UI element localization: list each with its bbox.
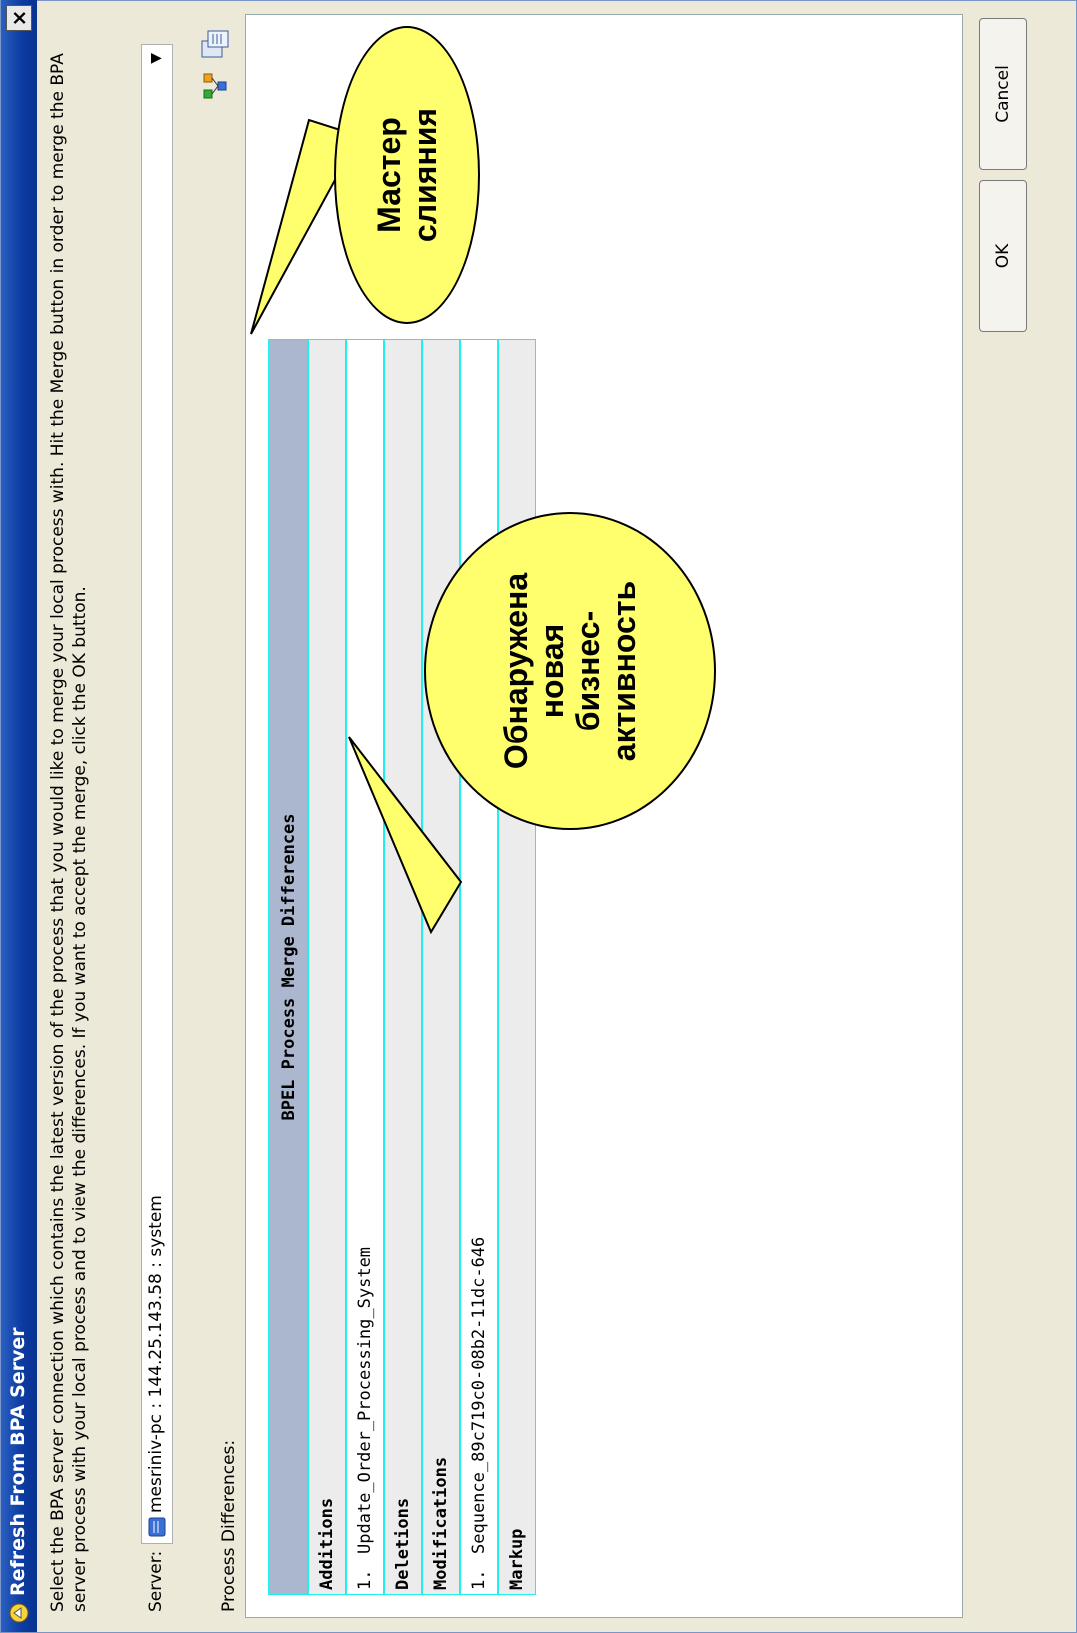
callout-merge-wizard: Мастер слияния <box>334 26 480 324</box>
callout-line: активность <box>606 580 642 762</box>
callout-line: слияния <box>407 107 443 243</box>
callout-line: Обнаружена <box>498 572 534 770</box>
callout-line: Мастер <box>371 117 407 233</box>
callout-line: бизнес- <box>570 610 606 732</box>
callout-new-business-activity: Обнаружена новая бизнес- активность <box>424 512 716 830</box>
refresh-dialog: Refresh From BPA Server × Select the BPA… <box>0 0 1077 1633</box>
screen: Refresh From BPA Server × Select the BPA… <box>0 0 1077 1633</box>
callout-line: новая <box>534 623 570 719</box>
